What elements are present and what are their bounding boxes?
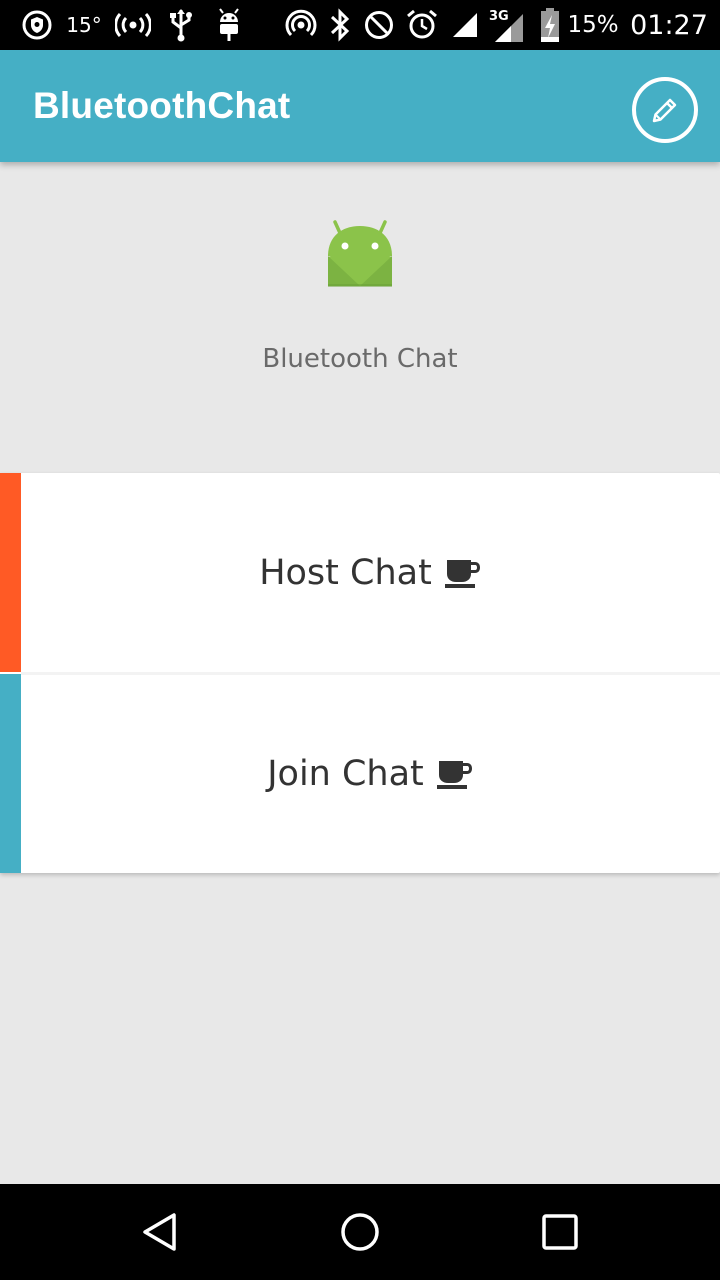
battery-percent: 15% bbox=[567, 12, 619, 38]
android-logo-icon bbox=[326, 220, 394, 294]
host-chat-accent bbox=[0, 473, 21, 672]
home-icon bbox=[341, 1213, 379, 1251]
host-chat-button[interactable]: Host Chat bbox=[0, 473, 720, 672]
edit-pencil-icon bbox=[652, 98, 677, 123]
vpn-shield-icon bbox=[20, 0, 54, 50]
recents-icon bbox=[542, 1214, 578, 1250]
coffee-cup-icon bbox=[444, 559, 480, 588]
network-type-label: 3G bbox=[489, 9, 509, 24]
do-not-disturb-icon bbox=[362, 0, 396, 50]
hotspot-icon bbox=[284, 0, 318, 50]
logo-caption: Bluetooth Chat bbox=[262, 344, 458, 374]
recents-button[interactable] bbox=[510, 1184, 610, 1280]
join-chat-button[interactable]: Join Chat bbox=[0, 674, 720, 873]
home-button[interactable] bbox=[310, 1184, 410, 1280]
navigation-bar bbox=[0, 1184, 720, 1280]
battery-charging-icon bbox=[536, 0, 564, 50]
status-bar: 15° 3G 15% 01:27 bbox=[0, 0, 720, 50]
android-debug-icon bbox=[212, 0, 246, 50]
mobile-signal-icon: 3G bbox=[486, 0, 526, 50]
host-chat-label: Host Chat bbox=[259, 552, 432, 593]
main-content: Bluetooth Chat Host Chat Join Chat bbox=[0, 162, 720, 1184]
app-bar: BluetoothChat bbox=[0, 50, 720, 162]
back-button[interactable] bbox=[110, 1184, 210, 1280]
coffee-cup-icon bbox=[436, 760, 472, 789]
edit-button[interactable] bbox=[632, 77, 698, 143]
join-chat-label: Join Chat bbox=[267, 753, 424, 794]
chat-options-card: Host Chat Join Chat bbox=[0, 473, 720, 873]
alarm-icon bbox=[404, 0, 440, 50]
join-chat-accent bbox=[0, 674, 21, 873]
temperature-readout: 15° bbox=[66, 13, 102, 37]
signal-icon bbox=[450, 0, 480, 50]
radio-waves-icon bbox=[114, 0, 152, 50]
app-title: BluetoothChat bbox=[33, 85, 291, 126]
bluetooth-icon bbox=[326, 0, 354, 50]
clock: 01:27 bbox=[630, 9, 708, 41]
usb-icon bbox=[166, 0, 196, 50]
back-icon bbox=[143, 1213, 176, 1251]
